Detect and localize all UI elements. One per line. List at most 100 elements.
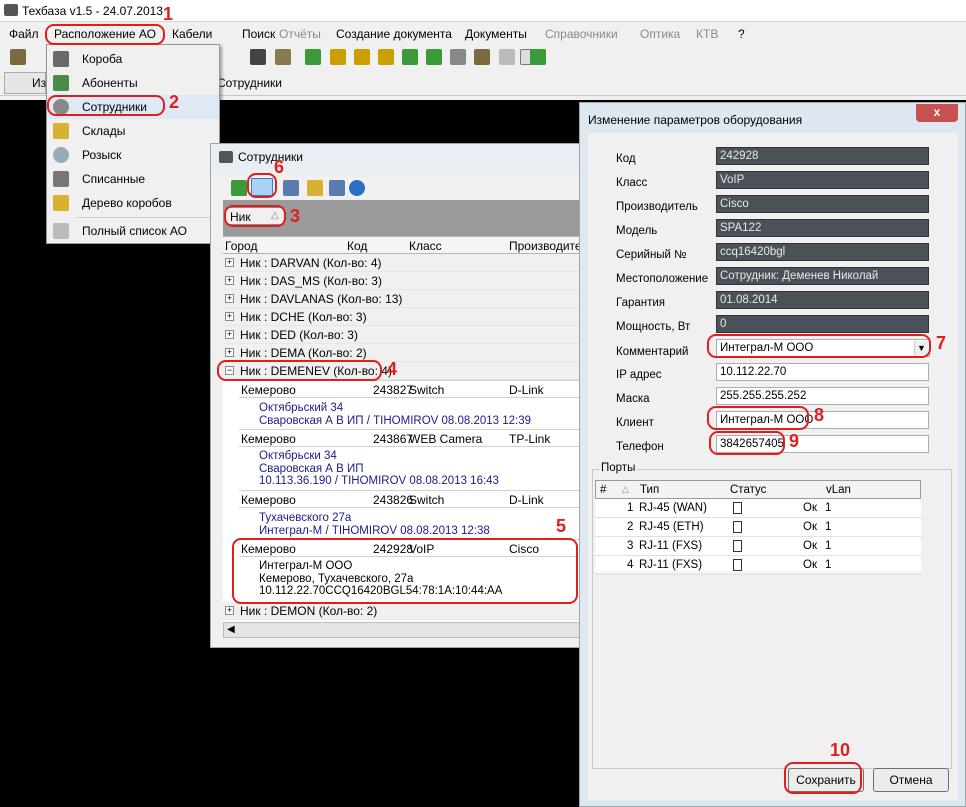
annotation-number: 5 [556,516,567,536]
field-label: Серийный № [616,249,687,261]
col-class[interactable]: Класс [409,239,442,253]
employees-caption: Сотрудники [211,144,581,170]
field-power: 0 [716,315,929,333]
field-label: Модель [616,225,658,237]
annotation-number: 3 [290,206,301,226]
col-city[interactable]: Город [225,239,257,253]
dropdown-item-decommissioned[interactable]: Списанные [47,167,219,191]
annotation-box [217,360,382,381]
dropdown-item-box-tree[interactable]: Дерево коробов [47,191,219,215]
group-row[interactable]: + Ник : DAVLANAS (Кол-во: 13) [223,290,583,308]
table-row[interactable]: 2 RJ-45 (ETH) Ок 1 [595,518,921,537]
group-row[interactable]: + Ник : DCHE (Кол-во: 3) [223,308,583,326]
ports-table: # △ Тип Статус vLan 1 RJ-45 (WAN) Ок 1 2… [595,480,921,575]
hourglass-icon[interactable] [275,49,291,65]
expand-icon[interactable]: + [225,348,234,357]
group-row[interactable]: + Ник : DAS_MS (Кол-во: 3) [223,272,583,290]
menu-ktv[interactable]: КТВ [696,27,718,41]
document-icon[interactable] [499,49,515,65]
annotation-number: 7 [936,333,947,353]
col-code[interactable]: Код [347,239,367,253]
export-icon[interactable] [329,180,345,196]
field-serial: ccq16420bgl [716,243,929,261]
col-port-num[interactable]: # [600,484,606,496]
annotation-number: 4 [387,359,398,379]
swap-icon[interactable] [402,49,418,65]
document-icon [733,559,742,571]
col-port-status[interactable]: Статус [730,484,766,496]
refresh-icon[interactable] [231,180,247,196]
ports-header: # △ Тип Статус vLan [595,480,921,499]
archive-icon[interactable] [474,49,490,65]
menu-reports[interactable]: Отчёты [279,27,321,41]
dropdown-item-full-list[interactable]: Полный список АО [47,219,219,243]
menu-separator [77,217,217,218]
client-label: Клиент [616,417,654,429]
dropdown-item-wanted[interactable]: Розыск [47,143,219,167]
dropdown-item-subscribers[interactable]: Абоненты [47,71,219,95]
add-icon[interactable] [354,49,370,65]
mask-field[interactable]: 255.255.255.252 [716,387,929,405]
table-row[interactable]: 3 RJ-11 (FXS) Ок 1 [595,537,921,556]
menu-create-doc[interactable]: Создание документа [336,27,452,41]
annotation-number: 10 [830,740,851,760]
table-row[interactable]: Кемерово 243827 Switch D-Link [239,380,583,398]
table-delete-icon[interactable] [283,180,299,196]
table-row[interactable]: 1 RJ-45 (WAN) Ок 1 [595,499,921,518]
star-icon[interactable] [307,180,323,196]
link-icon[interactable] [378,49,394,65]
annotation-number: 2 [169,92,180,112]
dropdown-item-boxes[interactable]: Короба [47,47,219,71]
globe-icon[interactable] [349,180,365,196]
tab-employees[interactable]: Сотрудники [217,76,282,90]
yellow-arrow-icon[interactable] [330,49,346,65]
grid-icon [53,223,69,239]
table-row[interactable]: 4 RJ-11 (FXS) Ок 1 [595,556,921,575]
annotation-box [709,431,785,455]
record-details: Октябрьски 34 Сваровская А В ИП 10.113.3… [259,450,499,487]
dialog-close-button[interactable]: x [916,104,958,122]
annotation-box [707,334,931,358]
annotation-number: 1 [163,4,174,24]
menu-directories[interactable]: Справочники [545,27,618,41]
employees-title: Сотрудники [238,150,303,164]
expand-icon[interactable]: + [225,276,234,285]
expand-icon[interactable]: + [225,258,234,267]
app-title: Техбаза v1.5 - 24.07.2013 [22,4,163,18]
group-row[interactable]: + Ник : DED (Кол-во: 3) [223,326,583,344]
col-port-vlan[interactable]: vLan [826,484,851,496]
field-model: SPA122 [716,219,929,237]
table-row[interactable]: Кемерово 243826 Switch D-Link [239,490,583,508]
menu-documents[interactable]: Документы [465,27,527,41]
col-maker[interactable]: Производител [509,239,588,253]
horizontal-scrollbar[interactable]: ◀ [223,622,583,638]
move-icon[interactable] [426,49,442,65]
binoculars-icon[interactable] [250,49,266,65]
group-row[interactable]: + Ник : DEMON (Кол-во: 2) [223,602,583,620]
tool-icon[interactable] [450,49,466,65]
menu-help[interactable]: ? [738,27,745,41]
menu-cables[interactable]: Кабели [172,27,212,41]
scroll-left-icon[interactable]: ◀ [227,624,235,635]
table-row[interactable]: Кемерово 243867 WEB Camera TP-Link [239,429,583,447]
expand-icon[interactable]: + [225,312,234,321]
expand-icon[interactable]: + [225,606,234,615]
refresh-icon[interactable] [530,49,546,65]
document-icon [733,540,742,552]
group-row[interactable]: + Ник : DARVAN (Кол-во: 4) [223,254,583,272]
green-arrow-icon[interactable] [305,49,321,65]
expand-icon[interactable]: + [225,330,234,339]
cancel-button[interactable]: Отмена [873,768,949,792]
expand-icon[interactable]: + [225,294,234,303]
ip-label: IP адрес [616,369,662,381]
dropdown-item-warehouses[interactable]: Склады [47,119,219,143]
comment-label: Комментарий [616,346,689,358]
record-details: Октябрьский 34 Сваровская А В ИП / TIHOM… [259,402,532,427]
box-icon[interactable] [10,49,26,65]
menu-search[interactable]: Поиск [242,27,275,41]
field-label: Производитель [616,201,698,213]
ip-field[interactable]: 10.112.22.70 [716,363,929,381]
menu-optics[interactable]: Оптика [640,27,680,41]
menu-file[interactable]: Файл [9,27,39,41]
col-port-type[interactable]: Тип [640,484,659,496]
